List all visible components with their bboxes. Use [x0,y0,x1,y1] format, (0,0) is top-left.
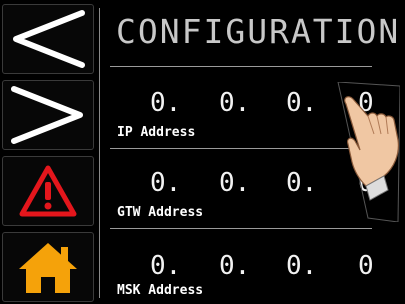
msk-address-field[interactable]: 0. 0. 0. 0 [116,251,386,285]
gtw-octet-1: 0. [150,168,182,198]
ip-octet-3: 0. [286,88,318,118]
ip-address-field[interactable]: 0. 0. 0. 0 [116,88,386,122]
forward-button[interactable] [2,80,94,150]
divider [99,8,100,298]
gtw-address-field[interactable]: 0. 0. 0. 0 [116,168,386,202]
msk-address-label: MSK Address [117,283,204,298]
warning-icon [19,165,77,217]
back-button[interactable] [2,4,94,74]
msk-octet-1: 0. [150,251,182,281]
gtw-address-label: GTW Address [117,205,204,220]
home-button[interactable] [2,232,94,302]
ip-octet-1: 0. [150,88,182,118]
sidebar [0,0,98,304]
chevron-left-icon [13,10,85,68]
divider [110,66,372,67]
ip-octet-4: 0 [358,88,374,118]
page-title: CONFIGURATION [116,12,401,51]
home-icon [19,243,77,293]
msk-octet-3: 0. [286,251,318,281]
msk-octet-4: 0 [358,251,374,281]
divider [110,228,372,229]
gtw-octet-4: 0 [358,168,374,198]
alarm-button[interactable] [2,156,94,226]
gtw-octet-2: 0. [219,168,251,198]
gtw-octet-3: 0. [286,168,318,198]
chevron-right-icon [11,86,83,144]
ip-address-label: IP Address [117,125,196,140]
divider [110,148,372,149]
ip-octet-2: 0. [219,88,251,118]
msk-octet-2: 0. [219,251,251,281]
